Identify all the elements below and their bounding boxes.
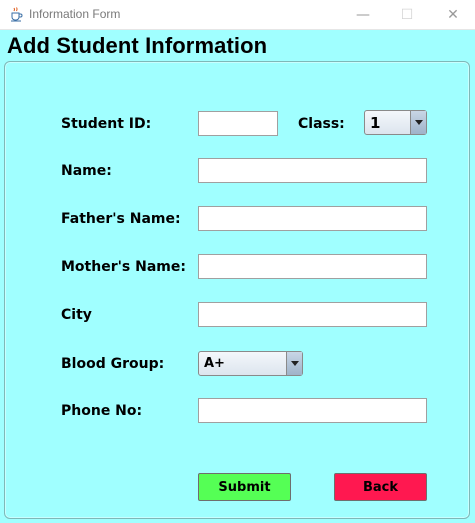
blood-group-selected-value: A+ — [204, 356, 225, 371]
close-icon[interactable]: ✕ — [431, 0, 475, 30]
class-dropdown[interactable]: 1 — [364, 110, 427, 135]
student-id-field[interactable] — [198, 111, 278, 136]
chevron-down-icon[interactable] — [410, 111, 426, 134]
class-selected-value: 1 — [370, 114, 381, 132]
name-field[interactable] — [198, 158, 427, 183]
back-button[interactable]: Back — [334, 473, 427, 501]
city-label: City — [61, 307, 92, 323]
blood-group-label: Blood Group: — [61, 356, 165, 372]
name-label: Name: — [61, 163, 112, 179]
student-id-label: Student ID: — [61, 116, 152, 132]
father-name-field[interactable] — [198, 206, 427, 231]
title-bar: Information Form — ☐ ✕ — [0, 0, 475, 30]
form-window-content: Add Student Information Student ID: Clas… — [0, 30, 475, 523]
java-cup-icon — [8, 6, 24, 22]
phone-label: Phone No: — [61, 403, 143, 419]
phone-field[interactable] — [198, 398, 427, 423]
minimize-icon[interactable]: — — [341, 0, 385, 30]
city-field[interactable] — [198, 302, 427, 327]
class-label: Class: — [298, 116, 345, 132]
submit-button[interactable]: Submit — [198, 473, 291, 501]
maximize-icon[interactable]: ☐ — [385, 0, 429, 30]
father-name-label: Father's Name: — [61, 211, 181, 227]
chevron-down-icon[interactable] — [286, 352, 302, 375]
page-title: Add Student Information — [7, 33, 268, 58]
mother-name-field[interactable] — [198, 254, 427, 279]
blood-group-dropdown[interactable]: A+ — [198, 351, 303, 376]
mother-name-label: Mother's Name: — [61, 259, 186, 275]
window-title: Information Form — [29, 7, 121, 21]
